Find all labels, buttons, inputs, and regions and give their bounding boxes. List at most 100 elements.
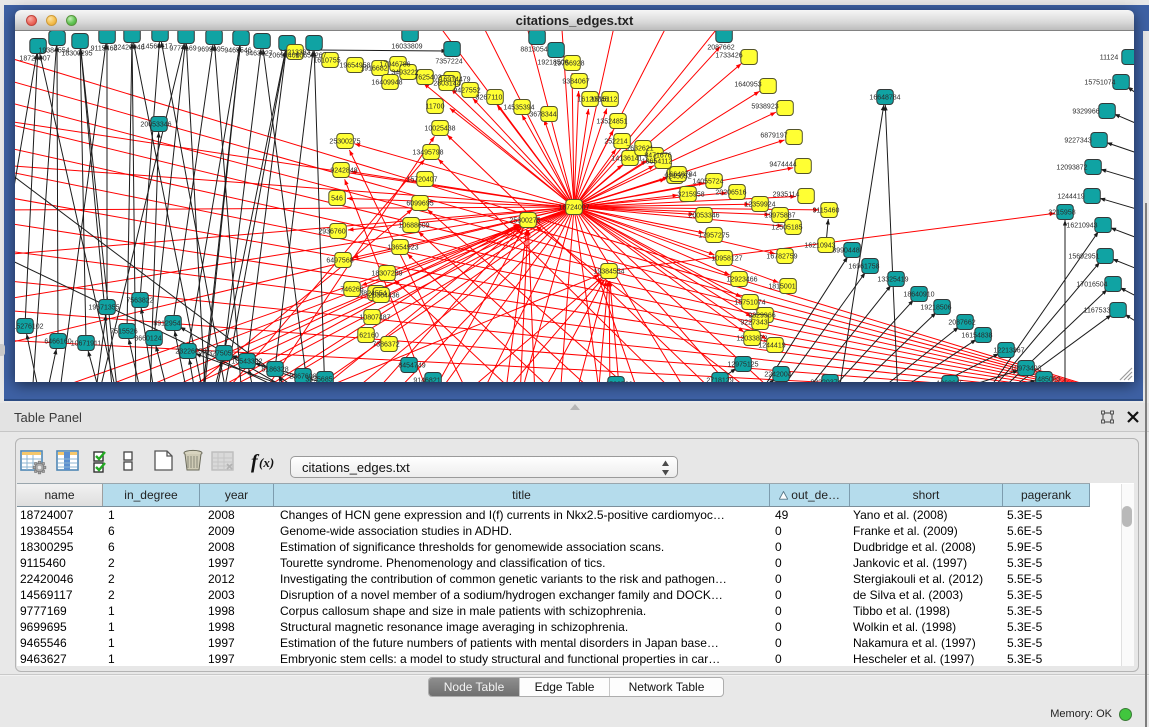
svg-text:10973493: 10973493 — [1010, 366, 1041, 373]
svg-text:5938923: 5938923 — [751, 104, 778, 111]
svg-text:18640910: 18640910 — [903, 292, 934, 299]
svg-text:10688609: 10688609 — [398, 223, 429, 230]
svg-text:9474444: 9474444 — [769, 162, 796, 169]
svg-text:14535394: 14535394 — [503, 105, 534, 112]
svg-text:20206516: 20206516 — [715, 190, 746, 197]
svg-text:16154838: 16154838 — [961, 333, 992, 340]
svg-text:10654112: 10654112 — [642, 159, 673, 166]
svg-text:3267110: 3267110 — [476, 95, 503, 102]
svg-text:10671911: 10671911 — [71, 341, 102, 348]
svg-text:16409948: 16409948 — [371, 80, 402, 87]
svg-text:2935114: 2935114 — [773, 192, 800, 199]
svg-text:20053346: 20053346 — [688, 213, 719, 220]
svg-text:9242848: 9242848 — [330, 168, 357, 175]
svg-text:2087662: 2087662 — [948, 320, 975, 327]
svg-text:13524851: 13524851 — [596, 119, 627, 126]
svg-text:10807487: 10807487 — [359, 315, 390, 322]
svg-text:18307299: 18307299 — [371, 271, 402, 278]
svg-text:13654923: 13654923 — [387, 245, 418, 252]
svg-text:3215958: 3215958 — [1048, 210, 1075, 217]
svg-text:15751074: 15751074 — [1084, 80, 1115, 87]
svg-text:1733426: 1733426 — [715, 53, 742, 60]
svg-text:16648784: 16648784 — [869, 95, 900, 102]
svg-text:7485063: 7485063 — [1033, 377, 1060, 383]
svg-text:16782759: 16782759 — [766, 254, 797, 261]
svg-text:10025438: 10025438 — [424, 126, 455, 133]
svg-text:15276102: 15276102 — [15, 324, 44, 331]
svg-text:1588520: 1588520 — [605, 382, 632, 383]
svg-text:9227343: 9227343 — [1064, 138, 1091, 145]
svg-text:7563822: 7563822 — [126, 298, 153, 305]
svg-text:8990448: 8990448 — [832, 248, 859, 255]
svg-text:9427552: 9427552 — [453, 88, 480, 95]
svg-text:2087662: 2087662 — [707, 45, 734, 52]
svg-text:(x): (x) — [259, 455, 274, 470]
svg-text:7632621: 7632621 — [626, 146, 653, 153]
svg-text:6879197: 6879197 — [760, 133, 787, 140]
svg-text:8322037: 8322037 — [810, 380, 837, 383]
svg-text:20364436: 20364436 — [368, 293, 399, 300]
svg-text:3215958: 3215958 — [677, 192, 704, 199]
svg-text:1167533: 1167533 — [1084, 308, 1111, 315]
svg-text:6099695: 6099695 — [406, 201, 433, 208]
svg-text:20053346: 20053346 — [140, 122, 171, 129]
svg-text:9146821: 9146821 — [413, 378, 440, 383]
svg-text:10958127: 10958127 — [711, 256, 742, 263]
svg-text:22420046: 22420046 — [113, 45, 144, 52]
svg-text:11124: 11124 — [1100, 55, 1119, 62]
svg-text:11700: 11700 — [426, 104, 445, 111]
svg-text:16210943: 16210943 — [1066, 223, 1097, 230]
svg-text:9115460: 9115460 — [813, 208, 840, 215]
svg-text:8660124: 8660124 — [134, 336, 161, 343]
svg-text:12359924: 12359924 — [744, 202, 775, 209]
svg-text:8186328: 8186328 — [261, 367, 288, 374]
svg-text:9227343: 9227343 — [740, 320, 767, 327]
svg-text:8813054: 8813054 — [520, 47, 547, 54]
svg-text:9329966: 9329966 — [1072, 109, 1099, 116]
svg-text:14136141: 14136141 — [611, 156, 642, 163]
svg-text:2242004: 2242004 — [764, 372, 791, 379]
svg-text:7386372: 7386372 — [372, 342, 399, 349]
svg-text:546: 546 — [331, 196, 343, 203]
svg-text:2936760: 2936760 — [318, 229, 345, 236]
svg-text:1244419: 1244419 — [758, 343, 785, 350]
svg-text:16033809: 16033809 — [391, 44, 422, 51]
svg-text:14569117: 14569117 — [142, 44, 173, 51]
svg-text:1610755: 1610755 — [313, 58, 340, 65]
svg-text:15720407: 15720407 — [406, 177, 437, 184]
svg-text:12213367: 12213367 — [993, 348, 1024, 355]
svg-text:12505185: 12505185 — [771, 225, 802, 232]
svg-text:12213383: 12213383 — [279, 50, 310, 57]
svg-text:8912954: 8912954 — [153, 321, 180, 328]
svg-text:10543392: 10543392 — [231, 359, 262, 366]
svg-text:9327505: 9327505 — [204, 351, 231, 358]
svg-text:15692951: 15692951 — [1068, 254, 1099, 261]
svg-text:13325419: 13325419 — [877, 277, 908, 284]
svg-text:17046786: 17046786 — [379, 62, 410, 69]
svg-text:17957275: 17957275 — [698, 233, 729, 240]
svg-text:19384554: 19384554 — [593, 269, 624, 276]
svg-text:1615112: 1615112 — [591, 97, 618, 104]
svg-text:12923466: 12923466 — [726, 277, 757, 284]
svg-text:16961758: 16961758 — [848, 264, 879, 271]
svg-text:19975887: 19975887 — [764, 213, 795, 220]
svg-text:7357224: 7357224 — [435, 59, 462, 66]
svg-text:12033872: 12033872 — [736, 336, 767, 343]
svg-text:19756928: 19756928 — [553, 61, 584, 68]
svg-text:1362615: 1362615 — [936, 381, 963, 383]
svg-text:19218506: 19218506 — [920, 305, 951, 312]
svg-text:15751074: 15751074 — [734, 300, 765, 307]
svg-text:3678344: 3678344 — [529, 112, 556, 119]
svg-text:1244419: 1244419 — [1057, 194, 1084, 201]
svg-text:16210943: 16210943 — [804, 243, 835, 250]
svg-text:2718129: 2718129 — [706, 378, 733, 383]
svg-text:14055724: 14055724 — [692, 179, 723, 186]
svg-text:12093872: 12093872 — [1056, 165, 1087, 172]
svg-text:8454749: 8454749 — [398, 363, 425, 370]
svg-text:6466160: 6466160 — [44, 339, 71, 346]
svg-text:23226058: 23226058 — [175, 349, 206, 356]
svg-text:17016504: 17016504 — [1076, 282, 1107, 289]
svg-text:1640953: 1640953 — [734, 82, 761, 89]
svg-text:2803144: 2803144 — [433, 81, 460, 88]
svg-text:13495798: 13495798 — [412, 150, 443, 157]
